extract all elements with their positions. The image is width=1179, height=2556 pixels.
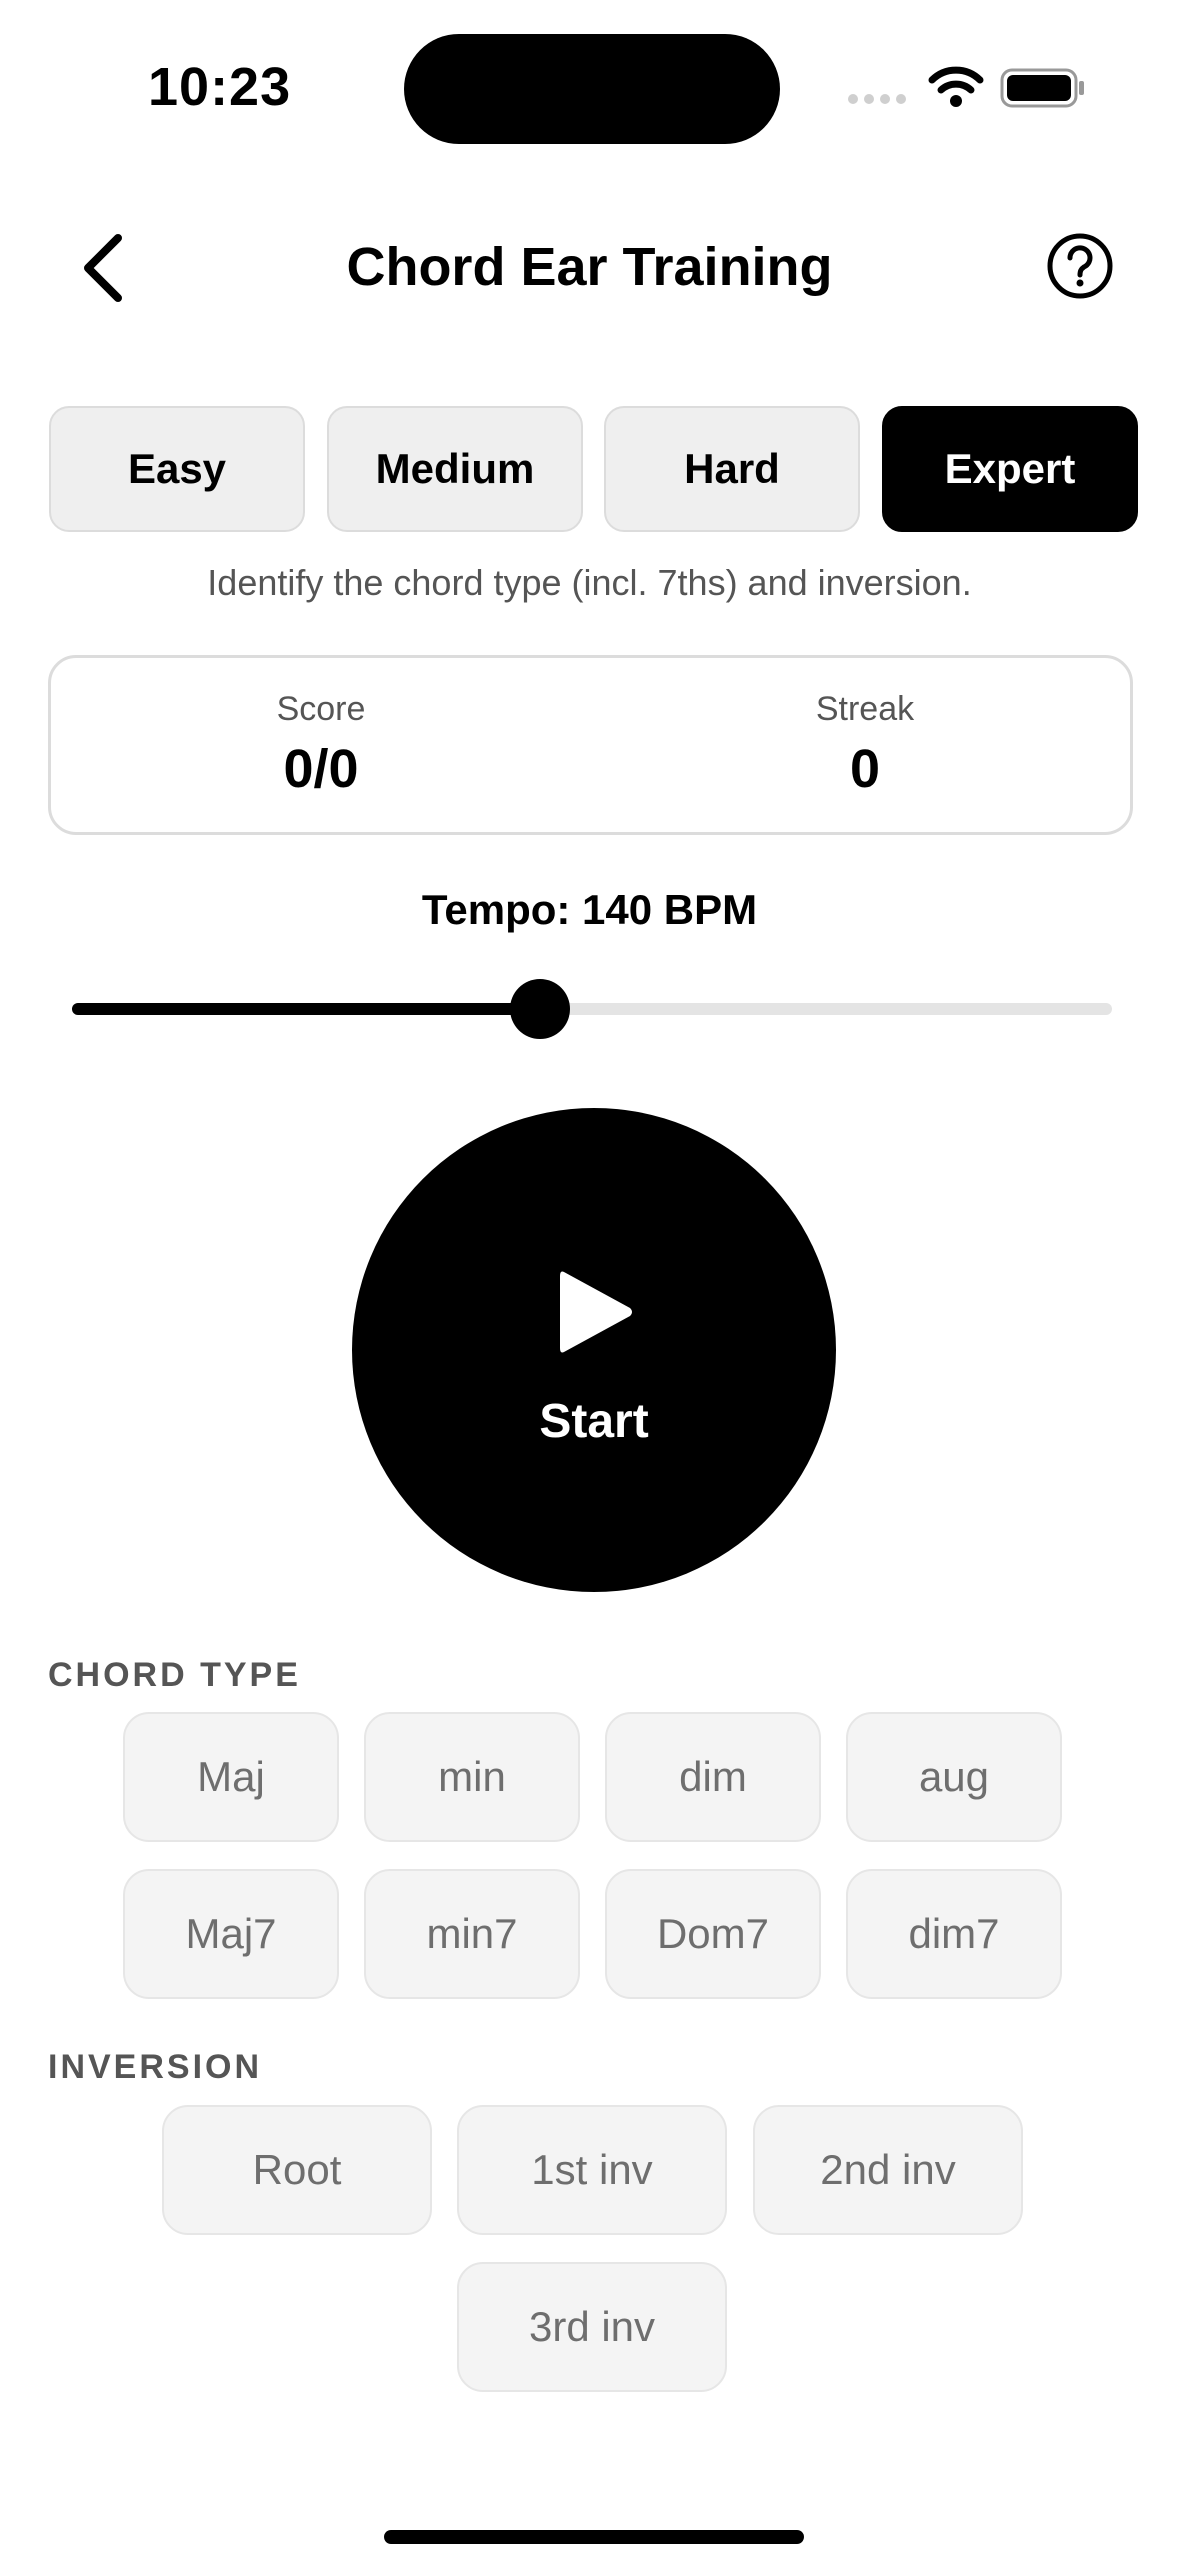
- cellular-signal-icon: [848, 92, 908, 106]
- battery-icon: [1000, 68, 1084, 108]
- inversion-2nd-button[interactable]: 2nd inv: [753, 2105, 1023, 2235]
- play-icon: [560, 1271, 632, 1353]
- chord-type-min7-button[interactable]: min7: [364, 1869, 580, 1999]
- difficulty-expert-button[interactable]: Expert: [882, 406, 1138, 532]
- streak-value: 0: [849, 739, 881, 799]
- tempo-label: Tempo: 140 BPM: [421, 886, 758, 933]
- chord-type-min-button[interactable]: min: [364, 1712, 580, 1842]
- wifi-icon: [928, 66, 984, 107]
- chord-type-dim-button[interactable]: dim: [605, 1712, 821, 1842]
- chord-type-maj-button[interactable]: Maj: [123, 1712, 339, 1842]
- streak-label: Streak: [815, 690, 915, 728]
- inversion-root-button[interactable]: Root: [162, 2105, 432, 2235]
- home-indicator: [384, 2530, 804, 2544]
- difficulty-description: Identify the chord type (incl. 7ths) and…: [207, 562, 972, 603]
- chord-type-dom7-button[interactable]: Dom7: [605, 1869, 821, 1999]
- tempo-slider-thumb[interactable]: [510, 979, 570, 1039]
- difficulty-hard-button[interactable]: Hard: [604, 406, 860, 532]
- start-button[interactable]: Start: [352, 1108, 836, 1592]
- chord-type-heading: CHORD TYPE: [48, 1656, 301, 1694]
- tempo-slider-fill: [72, 1003, 540, 1015]
- score-value: 0/0: [283, 739, 359, 799]
- chord-type-dim7-button[interactable]: dim7: [846, 1869, 1062, 1999]
- chord-type-maj7-button[interactable]: Maj7: [123, 1869, 339, 1999]
- chord-type-aug-button[interactable]: aug: [846, 1712, 1062, 1842]
- difficulty-medium-button[interactable]: Medium: [327, 406, 583, 532]
- score-label: Score: [276, 690, 366, 728]
- inversion-3rd-button[interactable]: 3rd inv: [457, 2262, 727, 2392]
- inversion-heading: INVERSION: [48, 2048, 263, 2086]
- status-time: 10:23: [148, 57, 292, 117]
- inversion-1st-button[interactable]: 1st inv: [457, 2105, 727, 2235]
- start-label: Start: [539, 1395, 649, 1448]
- difficulty-easy-button[interactable]: Easy: [49, 406, 305, 532]
- page-title: Chord Ear Training: [346, 237, 833, 297]
- dynamic-island: [404, 34, 780, 144]
- question-circle-icon[interactable]: [1046, 232, 1114, 300]
